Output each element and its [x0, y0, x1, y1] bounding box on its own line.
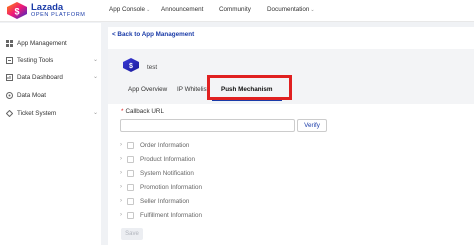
- permission-label: Seller Information: [140, 197, 190, 205]
- tab-app-overview[interactable]: App Overview: [128, 86, 167, 93]
- permission-label: Promotion Information: [140, 183, 202, 191]
- nav-announcement[interactable]: Announcement: [161, 6, 203, 13]
- chevron-down-icon: ⌄: [146, 7, 151, 13]
- permission-row-fulfillment-information[interactable]: › Fulfillment Information: [120, 210, 202, 220]
- chevron-right-icon[interactable]: ›: [120, 156, 127, 162]
- checkbox[interactable]: [127, 197, 134, 205]
- permission-row-promotion-information[interactable]: › Promotion Information: [120, 182, 202, 192]
- sidebar-item-label: Data Dashboard: [17, 73, 63, 81]
- chevron-right-icon[interactable]: ›: [120, 184, 127, 190]
- sidebar-item-label: Data Moat: [17, 91, 47, 99]
- chevron-down-icon: ⌄: [92, 74, 98, 80]
- permission-label: System Notification: [140, 169, 194, 177]
- checkbox[interactable]: [127, 169, 134, 177]
- chevron-right-icon[interactable]: ›: [120, 142, 127, 148]
- top-header: $ Lazada OPEN PLATFORM App Console⌄ Anno…: [0, 0, 474, 22]
- database-icon: [6, 91, 13, 99]
- permission-label: Fulfillment Information: [140, 211, 202, 219]
- sidebar-item-label: Testing Tools: [17, 56, 54, 64]
- app-name: test: [147, 64, 158, 71]
- checkbox[interactable]: [127, 183, 134, 191]
- chevron-down-icon: ⌄: [92, 110, 98, 116]
- nav-community[interactable]: Community: [219, 6, 251, 13]
- lazada-logo-icon[interactable]: $: [7, 2, 27, 19]
- permission-row-system-notification[interactable]: › System Notification: [120, 168, 194, 178]
- sidebar-item-label: App Management: [17, 39, 67, 47]
- nav-label: Announcement: [161, 6, 204, 13]
- callback-url-input[interactable]: [120, 119, 295, 132]
- sidebar: App Management Testing Tools ⌄ Data Dash…: [0, 23, 101, 245]
- sidebar-item-app-management[interactable]: App Management: [6, 37, 98, 49]
- checkbox[interactable]: [127, 211, 134, 219]
- checkbox[interactable]: [127, 155, 134, 163]
- callback-url-label-text: Callback URL: [125, 108, 164, 115]
- sidebar-item-data-dashboard[interactable]: Data Dashboard ⌄: [6, 71, 98, 83]
- sidebar-item-testing-tools[interactable]: Testing Tools ⌄: [6, 54, 98, 66]
- permission-row-seller-information[interactable]: › Seller Information: [120, 196, 189, 206]
- chevron-right-icon[interactable]: ›: [120, 170, 127, 176]
- logo-subtitle: OPEN PLATFORM: [31, 12, 86, 18]
- grid-icon: [6, 39, 13, 47]
- svg-text:$: $: [14, 7, 19, 17]
- chevron-down-icon: ⌄: [92, 57, 98, 63]
- chevron-right-icon[interactable]: ›: [120, 198, 127, 204]
- main-panel: < Back to App Management $ test App Over…: [108, 27, 474, 245]
- chevron-down-icon: ⌄: [310, 7, 315, 13]
- verify-button[interactable]: Verify: [297, 119, 327, 132]
- checkbox[interactable]: [127, 141, 134, 149]
- permission-row-order-information[interactable]: › Order Information: [120, 140, 189, 150]
- nav-label: App Console: [109, 6, 146, 13]
- sidebar-item-data-moat[interactable]: Data Moat: [6, 89, 98, 101]
- permission-row-product-information[interactable]: › Product Information: [120, 154, 195, 164]
- highlight-box: [207, 75, 292, 100]
- chevron-right-icon[interactable]: ›: [120, 212, 127, 218]
- permission-label: Order Information: [140, 141, 190, 149]
- sidebar-item-ticket-system[interactable]: Ticket System ⌄: [6, 107, 98, 119]
- nav-documentation[interactable]: Documentation⌄: [267, 6, 315, 13]
- app-logo-icon: $: [123, 58, 139, 72]
- nav-label: Community: [219, 6, 251, 13]
- required-mark: *: [121, 108, 124, 115]
- callback-url-label: * Callback URL: [121, 108, 164, 115]
- permission-label: Product Information: [140, 155, 195, 163]
- svg-text:$: $: [129, 63, 133, 70]
- save-button[interactable]: Save: [121, 228, 143, 240]
- nav-label: Documentation: [267, 6, 310, 13]
- back-to-app-management-link[interactable]: < Back to App Management: [112, 31, 194, 38]
- sidebar-item-label: Ticket System: [17, 109, 57, 117]
- dashboard-icon: [6, 73, 13, 81]
- tab-ip-whitelist[interactable]: IP Whitelist: [177, 86, 208, 93]
- ticket-icon: [6, 109, 13, 117]
- nav-app-console[interactable]: App Console⌄: [109, 6, 150, 13]
- tools-icon: [6, 56, 13, 64]
